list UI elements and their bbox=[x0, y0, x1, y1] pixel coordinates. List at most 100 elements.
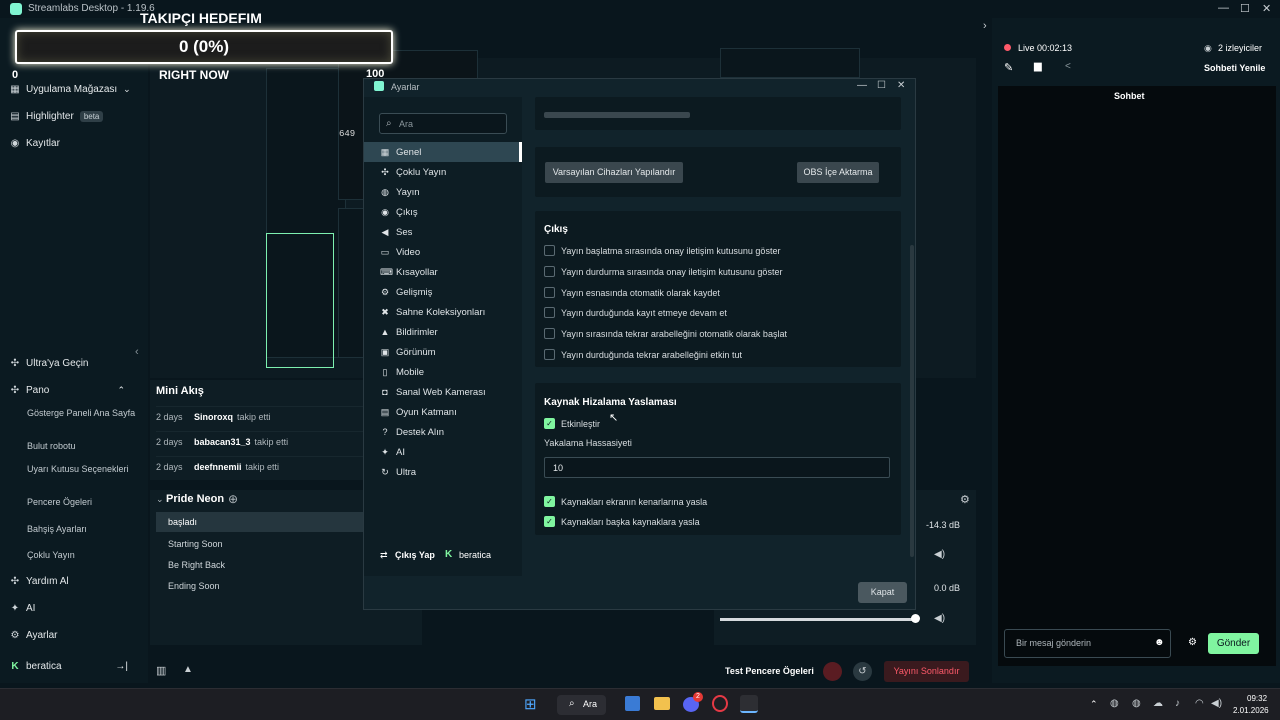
settings-menu-appearance[interactable]: ▣ Görünüm bbox=[364, 342, 522, 362]
chat-settings-icon[interactable]: ⚙ bbox=[1188, 637, 1197, 648]
windows-start-icon[interactable]: ⊞ bbox=[524, 695, 537, 713]
checkbox[interactable] bbox=[544, 328, 555, 339]
end-stream-button[interactable]: Yayını Sonlandır bbox=[884, 661, 969, 682]
nav-ultra[interactable]: ✣ Ultra'ya Geçin bbox=[10, 358, 89, 369]
nav-user[interactable]: K beratica →| bbox=[10, 661, 128, 672]
option-auto-record[interactable]: Yayın esnasında otomatik olarak kaydet bbox=[544, 287, 720, 298]
tray-volume-icon[interactable]: ◀) bbox=[1211, 698, 1222, 709]
tray-mic-icon[interactable]: ♪ bbox=[1175, 698, 1180, 709]
checkbox-checked[interactable]: ✓ bbox=[544, 418, 555, 429]
scene-item[interactable]: Be Right Back bbox=[156, 555, 396, 575]
checkbox[interactable] bbox=[544, 287, 555, 298]
streamlabs-app-icon[interactable] bbox=[740, 695, 758, 713]
option-snap-sources[interactable]: ✓ Kaynakları başka kaynaklara yasla bbox=[544, 516, 700, 527]
nav-help[interactable]: ✣ Yardım Al bbox=[10, 576, 69, 587]
close-settings-button[interactable]: Kapat bbox=[858, 582, 907, 603]
nav-recordings[interactable]: ◉ Kayıtlar bbox=[10, 138, 60, 149]
edit-icon[interactable]: ✎ bbox=[1004, 61, 1013, 74]
modal-maximize-icon[interactable]: ☐ bbox=[877, 80, 886, 91]
settings-menu-ai[interactable]: ✦ AI bbox=[364, 442, 522, 462]
minimize-icon[interactable]: — bbox=[1218, 2, 1229, 14]
tray-steam-icon[interactable]: ◍ bbox=[1110, 698, 1119, 709]
volume-slider-handle[interactable] bbox=[911, 614, 920, 623]
settings-menu-genel[interactable]: ▦ Genel bbox=[364, 142, 522, 162]
option-auto-replay-buffer[interactable]: Yayın sırasında tekrar arabelleğini otom… bbox=[544, 328, 787, 339]
checkbox-checked[interactable]: ✓ bbox=[544, 496, 555, 507]
share-icon[interactable]: < bbox=[1065, 61, 1071, 72]
modal-minimize-icon[interactable]: — bbox=[857, 80, 867, 91]
nav-sub-multistream[interactable]: Çoklu Yayın bbox=[27, 550, 137, 561]
option-keep-replay-buffer[interactable]: Yayın durduğunda tekrar arabelleğini etk… bbox=[544, 349, 742, 360]
settings-menu-virtual-webcam[interactable]: ◘ Sanal Web Kamerası bbox=[364, 382, 522, 402]
sensitivity-input[interactable]: 10 bbox=[544, 457, 890, 478]
add-scene-icon[interactable]: ⊕ bbox=[228, 492, 238, 506]
option-keep-recording[interactable]: Yayın durduğunda kayıt etmeye devam et bbox=[544, 307, 727, 318]
option-snap-edges[interactable]: ✓ Kaynakları ekranın kenarlarına yasla bbox=[544, 496, 707, 507]
scene-item[interactable]: başladı bbox=[156, 512, 396, 532]
record-button-icon[interactable] bbox=[823, 662, 842, 681]
settings-menu-hotkeys[interactable]: ⌨ Kısayollar bbox=[364, 262, 522, 282]
nav-sub-tips[interactable]: Bahşiş Ayarları bbox=[27, 524, 137, 535]
speaker-icon[interactable]: ◀) bbox=[934, 613, 945, 624]
nav-highlighter[interactable]: ▤ Highlighter beta bbox=[10, 111, 104, 122]
emoji-icon[interactable]: ☻ bbox=[1154, 637, 1165, 648]
settings-menu-audio[interactable]: ◀ Ses bbox=[364, 222, 522, 242]
option-confirm-stop[interactable]: Yayın durdurma sırasında onay iletişim k… bbox=[544, 266, 782, 277]
scene-collection-title[interactable]: Pride Neon bbox=[166, 493, 224, 505]
settings-menu-video[interactable]: ▭ Video bbox=[364, 242, 522, 262]
chevron-down-icon[interactable]: ⌄ bbox=[156, 494, 164, 505]
taskbar-date[interactable]: 2.01.2026 bbox=[1233, 706, 1269, 715]
settings-menu-multistream[interactable]: ✣ Çoklu Yayın bbox=[364, 162, 522, 182]
replay-buffer-icon[interactable]: ↺ bbox=[853, 662, 872, 681]
settings-menu-output[interactable]: ◉ Çıkış bbox=[364, 202, 522, 222]
tray-wifi-icon[interactable]: ◠ bbox=[1195, 698, 1204, 709]
scene-item[interactable]: Ending Soon bbox=[156, 576, 396, 596]
scene-item[interactable]: Starting Soon bbox=[156, 534, 396, 554]
logout-icon[interactable]: →| bbox=[115, 661, 128, 672]
nav-pano[interactable]: ✣ Pano ⌃ bbox=[10, 385, 125, 396]
tray-discord-icon[interactable]: ◍ bbox=[1132, 698, 1141, 709]
test-widgets-button[interactable]: Test Pencere Ögeleri bbox=[725, 666, 814, 676]
settings-menu-notifications[interactable]: ▲ Bildirimler bbox=[364, 322, 522, 342]
nav-app-store[interactable]: ▦ Uygulama Mağazası ⌄ bbox=[10, 84, 130, 95]
volume-slider[interactable] bbox=[720, 618, 916, 621]
nav-sub-cloudbot[interactable]: Bulut robotu bbox=[27, 441, 137, 452]
nav-sub-widgets[interactable]: Pencere Ögeleri bbox=[27, 497, 137, 508]
settings-menu-game-overlay[interactable]: ▤ Oyun Katmanı bbox=[364, 402, 522, 422]
checkbox[interactable] bbox=[544, 266, 555, 277]
taskbar-time[interactable]: 09:32 bbox=[1247, 694, 1267, 703]
expand-right-icon[interactable]: › bbox=[983, 20, 987, 32]
folder-icon[interactable]: ▆ bbox=[1034, 61, 1042, 72]
settings-menu-ultra[interactable]: ↻ Ultra bbox=[364, 462, 522, 482]
refresh-chat-button[interactable]: Sohbeti Yenile bbox=[1204, 63, 1265, 73]
preview-selection-box[interactable] bbox=[266, 233, 334, 368]
checkbox[interactable] bbox=[544, 349, 555, 360]
tray-cloud-icon[interactable]: ☁ bbox=[1153, 698, 1163, 709]
send-button[interactable]: Gönder bbox=[1208, 633, 1259, 654]
settings-menu-scene-collections[interactable]: ✖ Sahne Koleksiyonları bbox=[364, 302, 522, 322]
file-explorer-icon[interactable] bbox=[654, 697, 670, 710]
nav-settings[interactable]: ⚙ Ayarlar bbox=[10, 630, 58, 641]
mixer-settings-icon[interactable]: ⚙ bbox=[960, 493, 970, 506]
logout-button[interactable]: Çıkış Yap bbox=[395, 550, 435, 560]
settings-menu-mobile[interactable]: ▯ Mobile bbox=[364, 362, 522, 382]
nav-sub-alertbox[interactable]: Uyarı Kutusu Seçenekleri bbox=[27, 464, 137, 475]
maximize-icon[interactable]: ☐ bbox=[1240, 2, 1250, 15]
checkbox-checked[interactable]: ✓ bbox=[544, 516, 555, 527]
close-icon[interactable]: ✕ bbox=[1262, 2, 1271, 15]
preview-source-small[interactable] bbox=[720, 48, 860, 78]
notifications-icon[interactable]: ▲ bbox=[183, 664, 193, 675]
taskbar-search[interactable] bbox=[557, 695, 606, 715]
checkbox[interactable] bbox=[544, 245, 555, 256]
settings-menu-advanced[interactable]: ⚙ Gelişmiş bbox=[364, 282, 522, 302]
nav-ai[interactable]: ✦ AI bbox=[10, 603, 36, 614]
settings-menu-stream[interactable]: ◍ Yayın bbox=[364, 182, 522, 202]
option-confirm-start[interactable]: Yayın başlatma sırasında onay iletişim k… bbox=[544, 245, 780, 256]
settings-scrollbar[interactable] bbox=[910, 245, 914, 557]
nav-sub-dashboard-home[interactable]: Gösterge Paneli Ana Sayfa bbox=[27, 408, 137, 419]
speaker-icon[interactable]: ◀) bbox=[934, 549, 945, 560]
opera-app-icon[interactable] bbox=[712, 695, 728, 712]
configure-devices-button[interactable]: Varsayılan Cihazları Yapılandır bbox=[545, 162, 683, 183]
stats-icon[interactable]: ▥ bbox=[156, 664, 166, 677]
option-snap-enable[interactable]: ✓ Etkinleştir bbox=[544, 418, 600, 429]
